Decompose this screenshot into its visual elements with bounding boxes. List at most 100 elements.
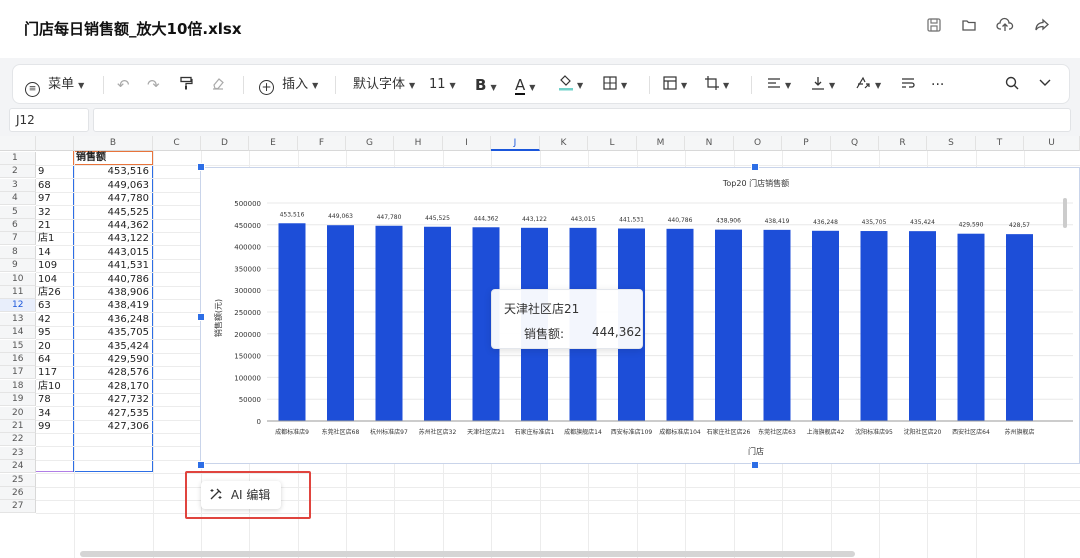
cell-b3[interactable]: 449,063 (74, 179, 152, 192)
resize-handle-top-left[interactable] (197, 163, 205, 171)
row-header-26[interactable]: 26 (0, 487, 36, 500)
cell-a9[interactable]: 109 (37, 259, 73, 272)
row-header-24[interactable]: 24 (0, 460, 36, 474)
resize-handle-left[interactable] (197, 313, 205, 321)
bar-13[interactable] (860, 231, 888, 421)
column-header-o[interactable]: O (734, 136, 782, 151)
column-header-l[interactable]: L (588, 136, 637, 151)
row-header-13[interactable]: 13 (0, 312, 36, 326)
freeze-button[interactable]: ▼ (663, 65, 687, 105)
more-button[interactable]: ··· (931, 65, 944, 105)
share-icon[interactable] (1031, 17, 1053, 39)
row-header-19[interactable]: 19 (0, 393, 36, 407)
crop-button[interactable]: ▼ (705, 65, 729, 105)
row-header-6[interactable]: 6 (0, 219, 36, 232)
row-header-23[interactable]: 23 (0, 446, 36, 460)
bar-14[interactable] (909, 231, 936, 421)
cell-b5[interactable]: 445,525 (74, 206, 152, 219)
column-header-d[interactable]: D (201, 136, 249, 151)
border-button[interactable]: ▼ (603, 65, 627, 105)
cell-b6[interactable]: 444,362 (74, 219, 152, 232)
formula-input[interactable] (93, 108, 1071, 132)
bar-4[interactable] (424, 226, 451, 421)
cell-a7[interactable]: 店1 (37, 232, 73, 245)
cell-a17[interactable]: 117 (37, 366, 73, 379)
cell-b18[interactable]: 428,170 (74, 380, 152, 393)
bar-15[interactable] (957, 233, 985, 421)
folder-icon[interactable] (958, 17, 980, 39)
column-header-b[interactable]: B (74, 136, 153, 151)
cell-b2[interactable]: 453,516 (74, 165, 152, 178)
font-size-select[interactable]: 11 ▼ (429, 65, 456, 105)
cell-b13[interactable]: 436,248 (74, 313, 152, 326)
fill-color-button[interactable]: ▼ (559, 65, 583, 105)
column-header-g[interactable]: G (346, 136, 394, 151)
cell-a16[interactable]: 64 (37, 353, 73, 366)
insert-button[interactable]: + 插入 ▼ (259, 65, 318, 105)
cell-b10[interactable]: 440,786 (74, 273, 152, 286)
chart-scrollbar[interactable] (1063, 198, 1067, 228)
resize-handle-top[interactable] (751, 163, 759, 171)
ai-edit-button[interactable]: AI 编辑 (201, 481, 281, 509)
align-button[interactable]: ▼ (767, 65, 791, 105)
row-header-18[interactable]: 18 (0, 379, 36, 393)
cell-b8[interactable]: 443,015 (74, 246, 152, 259)
row-header-10[interactable]: 10 (0, 272, 36, 286)
cell-a8[interactable]: 14 (37, 246, 73, 259)
cell-a13[interactable]: 42 (37, 313, 73, 326)
row-header-2[interactable]: 2 (0, 165, 36, 179)
column-header-j[interactable]: J (491, 136, 540, 151)
row-header-15[interactable]: 15 (0, 339, 36, 353)
row-header-11[interactable]: 11 (0, 286, 36, 299)
bar-2[interactable] (327, 225, 354, 421)
row-header-5[interactable]: 5 (0, 205, 36, 219)
eraser-icon[interactable] (211, 65, 225, 105)
bar-3[interactable] (375, 225, 403, 421)
cell-a18[interactable]: 店10 (37, 380, 73, 393)
row-header-8[interactable]: 8 (0, 245, 36, 259)
cell-b12[interactable]: 438,419 (74, 299, 152, 312)
cell-a19[interactable]: 78 (37, 393, 73, 406)
bar-10[interactable] (715, 229, 742, 421)
column-header-m[interactable]: M (637, 136, 685, 151)
valign-button[interactable]: ▼ (811, 65, 835, 105)
row-header-27[interactable]: 27 (0, 500, 36, 514)
cell-a6[interactable]: 21 (37, 219, 73, 232)
column-header-s[interactable]: S (927, 136, 976, 151)
column-header-e[interactable]: E (249, 136, 298, 151)
cell-a2[interactable]: 9 (37, 165, 73, 178)
search-icon[interactable] (1005, 65, 1019, 105)
column-header-a[interactable] (36, 136, 74, 151)
format-painter-icon[interactable] (179, 65, 193, 105)
chevron-down-icon[interactable] (1039, 65, 1051, 105)
row-header-20[interactable]: 20 (0, 406, 36, 420)
row-header-17[interactable]: 17 (0, 366, 36, 380)
row-header-12[interactable]: 12 (0, 299, 36, 313)
font-family-select[interactable]: 默认字体 ▼ (353, 65, 415, 105)
row-header-22[interactable]: 22 (0, 433, 36, 447)
bar-12[interactable] (812, 230, 839, 421)
menu-button[interactable]: ≡ 菜单 ▼ (25, 65, 84, 105)
row-header-1[interactable]: 1 (0, 152, 36, 165)
undo-icon[interactable]: ↶ (117, 65, 130, 105)
row-header-4[interactable]: 4 (0, 192, 36, 206)
cell-a12[interactable]: 63 (37, 299, 73, 312)
resize-handle-bottom[interactable] (751, 461, 759, 469)
column-header-t[interactable]: T (976, 136, 1024, 151)
save-icon[interactable] (923, 17, 945, 39)
resize-handle-bottom-left[interactable] (197, 461, 205, 469)
column-header-i[interactable]: I (443, 136, 491, 151)
upload-icon[interactable] (994, 17, 1016, 39)
row-header-14[interactable]: 14 (0, 326, 36, 340)
row-header-16[interactable]: 16 (0, 353, 36, 366)
cell-a14[interactable]: 95 (37, 326, 73, 339)
bar-11[interactable] (763, 229, 791, 421)
cell-a20[interactable]: 34 (37, 407, 73, 420)
column-header-k[interactable]: K (540, 136, 588, 151)
cell-b19[interactable]: 427,732 (74, 393, 152, 406)
cell-a4[interactable]: 97 (37, 192, 73, 205)
cell-reference-box[interactable]: J12 (9, 108, 89, 132)
bar-1[interactable] (278, 223, 306, 421)
column-header-f[interactable]: F (298, 136, 346, 151)
horizontal-scrollbar[interactable] (80, 551, 855, 557)
